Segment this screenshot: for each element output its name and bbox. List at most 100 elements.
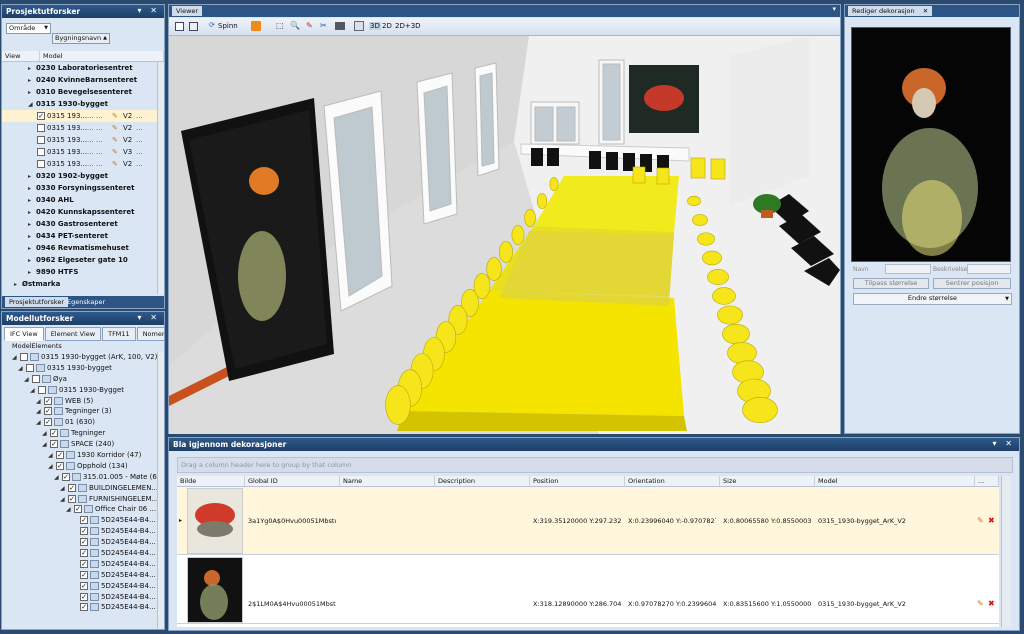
tab-ifc-view[interactable]: IFC View bbox=[4, 327, 44, 341]
node-checkbox[interactable]: ✓ bbox=[44, 407, 52, 416]
ellipsis-button[interactable]: ... bbox=[136, 122, 143, 134]
ellipsis-button[interactable]: ... bbox=[136, 110, 143, 122]
project-tree-item[interactable]: ▸ 0330 Forsyningssenteret bbox=[2, 182, 157, 194]
model-visibility-checkbox[interactable] bbox=[37, 136, 45, 144]
col-position[interactable]: Position bbox=[530, 476, 625, 486]
model-tree-node[interactable]: ◢ ✓ Tegninger (3) bbox=[2, 406, 157, 417]
model-visibility-checkbox[interactable] bbox=[37, 124, 45, 132]
node-checkbox[interactable]: ✓ bbox=[50, 429, 58, 438]
node-checkbox[interactable]: ✓ bbox=[74, 505, 82, 514]
project-tree-item[interactable]: ▸ 0230 Laboratoriesentret bbox=[2, 62, 157, 74]
model-tree-node[interactable]: ✓ 5D245E44-B4... bbox=[2, 602, 157, 613]
edit-icon[interactable]: ✎ bbox=[112, 122, 118, 134]
view-2d-button[interactable]: 2D bbox=[382, 22, 392, 30]
node-checkbox[interactable]: ✓ bbox=[80, 538, 88, 547]
measure-icon[interactable]: ✎ bbox=[306, 21, 313, 30]
model-tree-node[interactable]: ◢ 0315 1930-bygget bbox=[2, 363, 157, 374]
node-checkbox[interactable]: ✓ bbox=[80, 570, 88, 579]
model-tree-node[interactable]: ✓ 5D245E44-B4... bbox=[2, 526, 157, 537]
dropdown-arrow-icon[interactable]: ▾ bbox=[832, 5, 836, 13]
select-box-icon[interactable]: ⬚ bbox=[276, 21, 284, 30]
edit-icon[interactable]: ✎ bbox=[112, 158, 118, 170]
model-tree-node[interactable]: ✓ 5D245E44-B4... bbox=[2, 537, 157, 548]
col-description[interactable]: Description bbox=[435, 476, 530, 486]
sentrer-posisjon-button[interactable]: Sentrer posisjon bbox=[933, 278, 1011, 289]
project-tree-item[interactable]: ▸ 0240 KvinneBarnsenteret bbox=[2, 74, 157, 86]
col-orientation[interactable]: Orientation bbox=[625, 476, 720, 486]
layers-icon[interactable] bbox=[251, 21, 261, 31]
node-checkbox[interactable]: ✓ bbox=[62, 472, 70, 481]
ellipsis-button[interactable]: ... bbox=[136, 158, 143, 170]
node-checkbox[interactable]: ✓ bbox=[80, 516, 88, 525]
col-bilde[interactable]: Bilde bbox=[177, 476, 245, 486]
model-visibility-checkbox[interactable] bbox=[37, 160, 45, 168]
col-model[interactable]: Model bbox=[40, 51, 164, 61]
split-view-icon[interactable] bbox=[189, 22, 198, 31]
project-tree-item[interactable]: ◢ 0315 1930-bygget bbox=[2, 98, 157, 110]
node-checkbox[interactable]: ✓ bbox=[68, 494, 76, 503]
close-icon[interactable]: ✕ bbox=[923, 7, 928, 15]
project-model-row[interactable]: ✓ 0315 193...... ... ✎ V2... bbox=[2, 110, 157, 122]
project-model-row[interactable]: 0315 193...... ... ✎ V2... bbox=[2, 134, 157, 146]
endre-storrelse-button[interactable]: Endre størrelse ▼ bbox=[853, 293, 1012, 305]
model-tree-node[interactable]: ◢ ✓ WEB (5) bbox=[2, 396, 157, 407]
node-checkbox[interactable] bbox=[26, 363, 34, 372]
model-tree-node[interactable]: ◢ ✓ 01 (630) bbox=[2, 417, 157, 428]
ellipsis-button[interactable]: ... ... bbox=[87, 158, 103, 170]
project-tree-item[interactable]: ▸ 0946 Revmatismehuset bbox=[2, 242, 157, 254]
edit-icon[interactable]: ✎ bbox=[977, 599, 984, 608]
model-tree-node[interactable]: ✓ 5D245E44-B4... bbox=[2, 592, 157, 603]
project-tree-item[interactable]: ▸ 0310 Bevegelsesenteret bbox=[2, 86, 157, 98]
node-checkbox[interactable]: ✓ bbox=[44, 396, 52, 405]
node-checkbox[interactable]: ✓ bbox=[80, 603, 88, 612]
edit-icon[interactable]: ✎ bbox=[977, 516, 984, 525]
tab-prosjektutforsker[interactable]: Prosjektutforsker bbox=[5, 297, 69, 307]
ellipsis-button[interactable]: ... ... bbox=[87, 110, 103, 122]
omrade-dropdown[interactable]: Område ▼ bbox=[6, 23, 51, 34]
tab-viewer[interactable]: Viewer bbox=[172, 6, 203, 16]
project-model-row[interactable]: 0315 193...... ... ✎ V2... bbox=[2, 158, 157, 170]
model-scrollbar[interactable] bbox=[157, 352, 164, 628]
col-model[interactable]: Model bbox=[815, 476, 975, 486]
col-global-id[interactable]: Global ID bbox=[245, 476, 340, 486]
project-tree-item[interactable]: ▸ 0340 AHL bbox=[2, 194, 157, 206]
panel-controls[interactable]: ▾ ✕ bbox=[137, 313, 160, 322]
edit-icon[interactable]: ✎ bbox=[112, 110, 118, 122]
model-tree-node[interactable]: ◢ ✓ Office Chair 06 ... bbox=[2, 504, 157, 515]
cut-icon[interactable]: ✂ bbox=[320, 21, 327, 30]
model-tree-node[interactable]: ◢ 0315 1930-Bygget bbox=[2, 385, 157, 396]
model-tree-node[interactable]: ✓ 5D245E44-B4... bbox=[2, 515, 157, 526]
ellipsis-button[interactable]: ... bbox=[136, 134, 143, 146]
node-checkbox[interactable] bbox=[38, 385, 46, 394]
node-checkbox[interactable]: ✓ bbox=[68, 483, 76, 492]
model-tree-node[interactable]: ◢ ✓ Opphold (134) bbox=[2, 461, 157, 472]
ellipsis-button[interactable]: ... bbox=[136, 146, 143, 158]
ellipsis-button[interactable]: ... ... bbox=[87, 134, 103, 146]
tilpass-storrelse-button[interactable]: Tilpass størrelse bbox=[853, 278, 929, 289]
project-tree-item[interactable]: ▸ 0962 Elgeseter gate 10 bbox=[2, 254, 157, 266]
tab-nomenkla[interactable]: Nomenkla bbox=[136, 327, 164, 341]
model-tree-node[interactable]: ✓ 5D245E44-B4... bbox=[2, 581, 157, 592]
node-checkbox[interactable]: ✓ bbox=[56, 461, 64, 470]
col-more[interactable]: ... bbox=[975, 476, 999, 486]
spin-dropdown[interactable]: Spinn bbox=[218, 22, 238, 30]
project-tree-item[interactable]: ▸ 0434 PET-senteret bbox=[2, 230, 157, 242]
panel-controls[interactable]: ▾ ✕ bbox=[137, 6, 160, 15]
model-tree-node[interactable]: ✓ 5D245E44-B4... bbox=[2, 570, 157, 581]
beskrivelse-input[interactable] bbox=[967, 264, 1011, 274]
3d-viewport[interactable] bbox=[169, 36, 840, 434]
col-name[interactable]: Name bbox=[340, 476, 435, 486]
model-tree-node[interactable]: ✓ 5D245E44-B4... bbox=[2, 559, 157, 570]
view-2d3d-button[interactable]: 2D+3D bbox=[395, 22, 421, 30]
model-visibility-checkbox[interactable]: ✓ bbox=[37, 112, 45, 120]
node-checkbox[interactable]: ✓ bbox=[80, 559, 88, 568]
bygningsnavn-group-chip[interactable]: Bygningsnavn ▲ bbox=[52, 33, 110, 44]
tab-egenskaper[interactable]: Egenskaper bbox=[67, 298, 105, 306]
project-tree-item[interactable]: ▸ 0430 Gastrosenteret bbox=[2, 218, 157, 230]
expand-icon[interactable]: ▸ bbox=[14, 279, 22, 291]
node-checkbox[interactable] bbox=[32, 374, 40, 383]
tab-tfm11[interactable]: TFM11 bbox=[102, 327, 136, 341]
camera-icon[interactable] bbox=[335, 22, 345, 30]
navn-input[interactable] bbox=[885, 264, 931, 274]
tab-rediger-dekorasjon[interactable]: Rediger dekorasjon ✕ bbox=[848, 6, 933, 16]
